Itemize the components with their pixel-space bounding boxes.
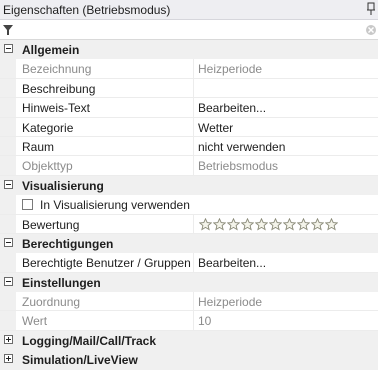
star-icon[interactable]: [324, 217, 339, 231]
expand-icon[interactable]: [4, 354, 13, 364]
checkbox-label: In Visualisierung verwenden: [40, 198, 190, 213]
property-name: Berechtigte Benutzer / Gruppen: [22, 256, 191, 271]
category-logging[interactable]: Logging/Mail/Call/Track: [0, 330, 378, 351]
edit-link[interactable]: Bearbeiten...: [198, 101, 266, 115]
edit-link[interactable]: Bearbeiten...: [198, 256, 266, 270]
category-label: Berechtigungen: [22, 236, 114, 251]
property-row-raum[interactable]: Raum nicht verwenden: [0, 136, 378, 157]
property-row-berechtigte-benutzer[interactable]: Berechtigte Benutzer / Gruppen Bearbeite…: [0, 253, 378, 273]
property-row-beschreibung[interactable]: Beschreibung: [0, 78, 378, 99]
property-row-zuordnung[interactable]: Zuordnung Heizperiode: [0, 292, 378, 312]
expand-icon[interactable]: [4, 334, 13, 344]
star-icon[interactable]: [310, 217, 325, 231]
filter-bar: [0, 20, 378, 40]
property-grid: Allgemein Bezeichnung Heizperiode Beschr…: [0, 40, 378, 370]
panel-titlebar: Eigenschaften (Betriebsmodus): [0, 0, 378, 20]
property-row-bewertung[interactable]: Bewertung: [0, 214, 378, 234]
pin-icon[interactable]: [366, 2, 376, 16]
property-value[interactable]: nicht verwenden: [198, 140, 285, 154]
category-simulation[interactable]: Simulation/LiveView: [0, 350, 378, 370]
category-label: Simulation/LiveView: [22, 353, 138, 368]
star-icon[interactable]: [212, 217, 227, 231]
collapse-icon[interactable]: [4, 179, 13, 189]
collapse-icon[interactable]: [4, 237, 13, 247]
clear-icon[interactable]: [365, 24, 377, 36]
star-icon[interactable]: [296, 217, 311, 231]
property-value: Heizperiode: [198, 62, 263, 77]
rating-stars[interactable]: [198, 217, 339, 231]
property-value: 10: [198, 314, 212, 329]
category-label: Visualisierung: [22, 178, 104, 193]
property-name: Wert: [22, 314, 48, 329]
property-name: Zuordnung: [22, 295, 81, 310]
category-berechtigungen[interactable]: Berechtigungen: [0, 233, 378, 254]
property-name: Bewertung: [22, 217, 80, 232]
property-name: Raum: [22, 139, 55, 154]
property-name: Objekttyp: [22, 159, 73, 174]
collapse-icon[interactable]: [4, 44, 13, 53]
property-value[interactable]: Wetter: [198, 121, 233, 135]
category-einstellungen[interactable]: Einstellungen: [0, 272, 378, 293]
property-value: Heizperiode: [198, 295, 263, 310]
visualisierung-checkbox[interactable]: [22, 199, 33, 211]
star-icon[interactable]: [198, 217, 213, 231]
collapse-icon[interactable]: [4, 276, 13, 286]
property-row-hinweis-text[interactable]: Hinweis-Text Bearbeiten...: [0, 98, 378, 118]
category-label: Allgemein: [22, 43, 80, 57]
property-row-wert[interactable]: Wert 10: [0, 311, 378, 331]
star-icon[interactable]: [282, 217, 297, 231]
property-name: Beschreibung: [22, 81, 96, 96]
panel-title: Eigenschaften (Betriebsmodus): [3, 3, 171, 17]
star-icon[interactable]: [254, 217, 269, 231]
category-label: Einstellungen: [22, 275, 101, 290]
filter-icon[interactable]: [2, 24, 14, 36]
star-icon[interactable]: [240, 217, 255, 231]
property-name: Hinweis-Text: [22, 101, 91, 116]
category-allgemein[interactable]: Allgemein: [0, 40, 378, 60]
property-row-bezeichnung[interactable]: Bezeichnung Heizperiode: [0, 59, 378, 79]
property-row-kategorie[interactable]: Kategorie Wetter: [0, 117, 378, 137]
category-label: Logging/Mail/Call/Track: [22, 333, 157, 348]
property-row-objekttyp[interactable]: Objekttyp Betriebsmodus: [0, 156, 378, 176]
star-icon[interactable]: [226, 217, 241, 231]
category-visualisierung[interactable]: Visualisierung: [0, 175, 378, 196]
star-icon[interactable]: [268, 217, 283, 231]
property-value: Betriebsmodus: [198, 159, 279, 174]
property-name: Kategorie: [22, 120, 74, 135]
property-row-in-visualisierung[interactable]: In Visualisierung verwenden: [0, 195, 378, 215]
property-name: Bezeichnung: [22, 62, 92, 77]
